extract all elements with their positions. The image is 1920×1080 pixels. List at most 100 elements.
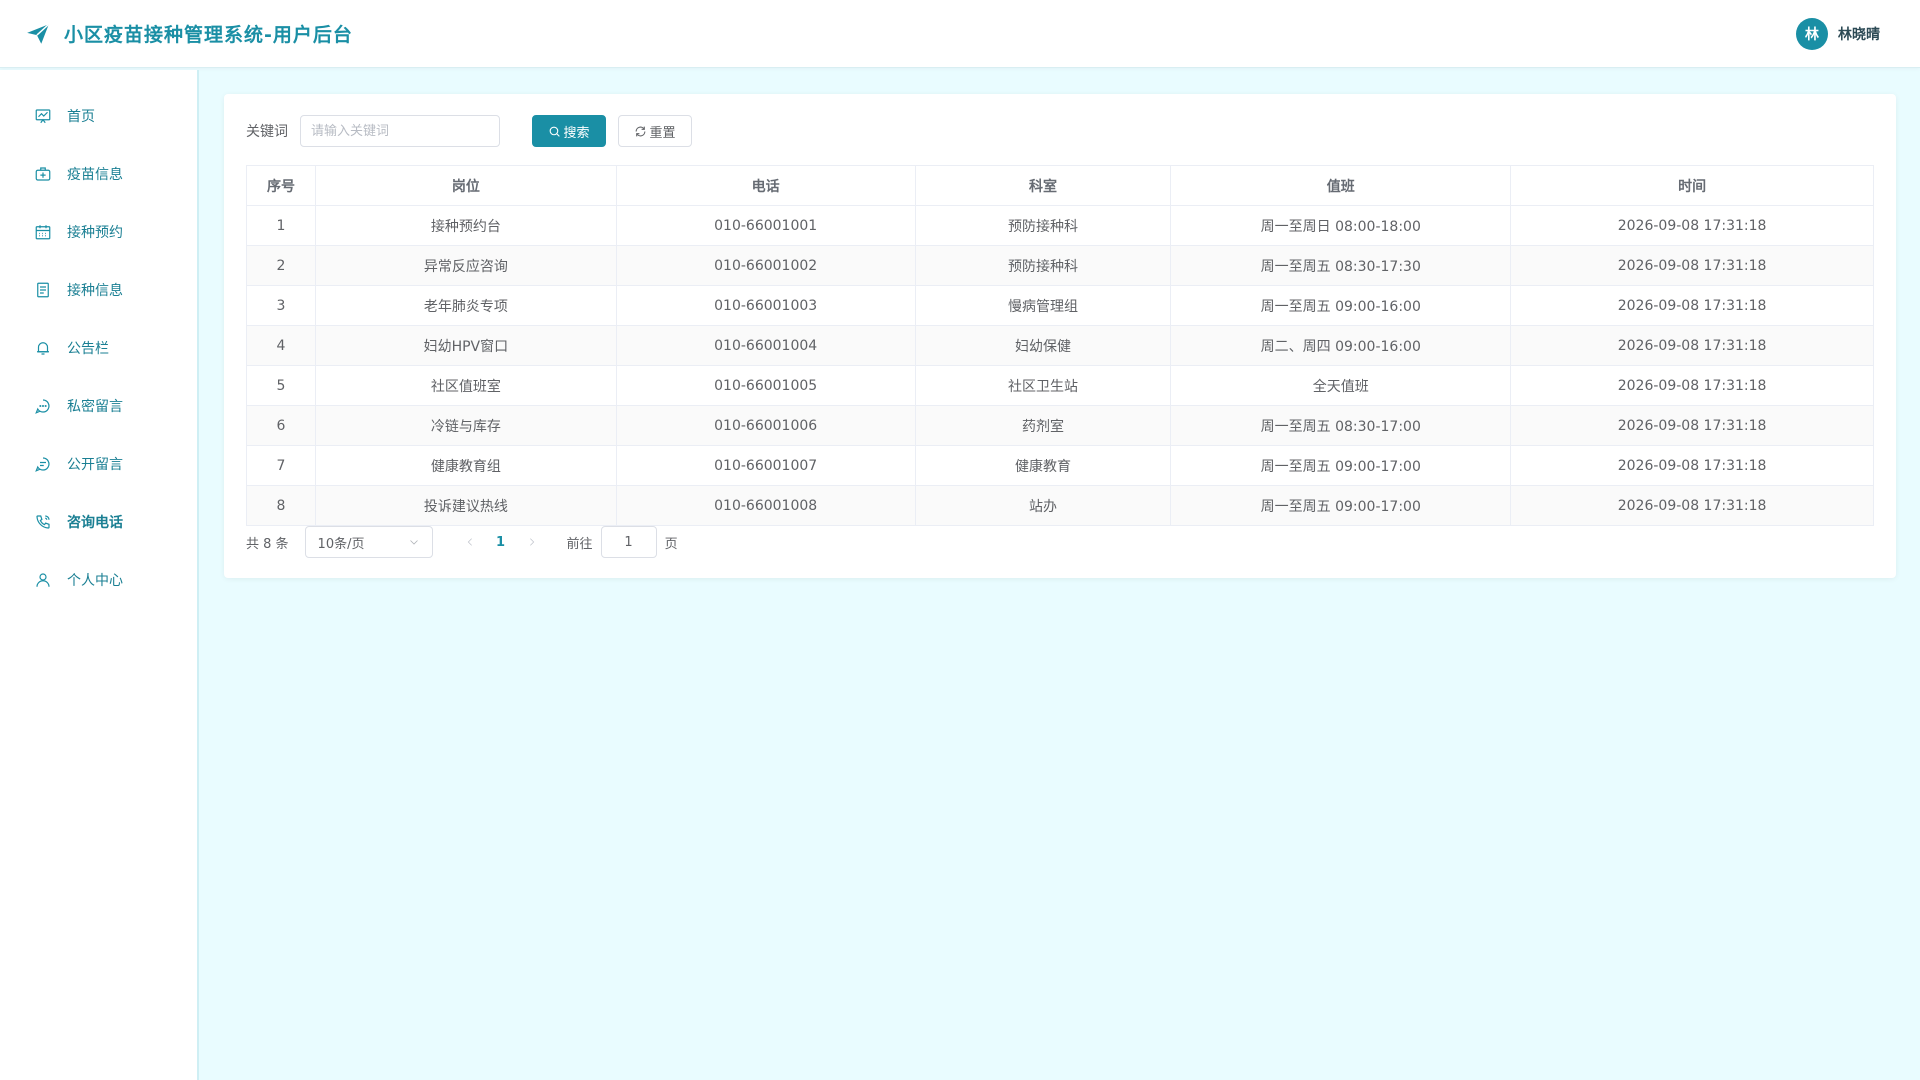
cell-phone: 010-66001006 xyxy=(615,405,916,446)
cell-phone: 010-66001003 xyxy=(615,285,916,326)
cell-time: 2026-09-08 17:31:18 xyxy=(1510,485,1874,526)
cell-phone: 010-66001005 xyxy=(615,365,916,406)
cell-post: 健康教育组 xyxy=(314,445,617,486)
column-header-department: 科室 xyxy=(914,165,1172,206)
column-header-time: 时间 xyxy=(1510,165,1874,206)
cell-department: 站办 xyxy=(914,485,1172,526)
next-page-button[interactable] xyxy=(517,526,547,558)
message-icon xyxy=(35,457,50,472)
cell-department: 慢病管理组 xyxy=(914,285,1172,326)
cell-post: 社区值班室 xyxy=(314,365,617,406)
username[interactable]: 林晓晴 xyxy=(1838,24,1880,44)
cell-duty: 周一至周日 08:00-18:00 xyxy=(1170,205,1512,246)
sidebar-item-vaccine-info[interactable]: 疫苗信息 xyxy=(0,154,197,194)
cell-time: 2026-09-08 17:31:18 xyxy=(1510,325,1874,366)
search-button-label: 搜索 xyxy=(563,125,590,141)
sidebar-item-label: 接种预约 xyxy=(67,225,123,241)
sidebar-item-home[interactable]: 首页 xyxy=(0,96,197,136)
cell-time: 2026-09-08 17:31:18 xyxy=(1510,445,1874,486)
sidebar-item-notice-board[interactable]: 公告栏 xyxy=(0,328,197,368)
column-header-post: 岗位 xyxy=(314,165,617,206)
sidebar-item-label: 公开留言 xyxy=(67,457,123,473)
page-number[interactable]: 1 xyxy=(485,526,517,558)
cell-index: 4 xyxy=(246,325,316,366)
cell-department: 妇幼保健 xyxy=(914,325,1172,366)
sidebar-item-label: 咨询电话 xyxy=(67,515,123,531)
table-row: 7 健康教育组 010-66001007 健康教育 周一至周五 09:00-17… xyxy=(246,445,1874,486)
cell-index: 2 xyxy=(246,245,316,286)
cell-index: 6 xyxy=(246,405,316,446)
page-unit-label: 页 xyxy=(664,536,678,552)
reset-button-label: 重置 xyxy=(649,125,676,141)
chevron-right-icon xyxy=(529,538,534,546)
cell-department: 药剂室 xyxy=(914,405,1172,446)
cell-department: 预防接种科 xyxy=(914,245,1172,286)
phone-icon xyxy=(36,515,50,529)
total-count: 共 8 条 xyxy=(246,536,289,552)
bell-icon xyxy=(37,342,49,355)
cell-duty: 周二、周四 09:00-16:00 xyxy=(1170,325,1512,366)
hotline-table: 序号 岗位 电话 科室 值班 时间 1 接种预约台 010-66001001 预… xyxy=(246,165,1874,526)
sidebar-item-profile[interactable]: 个人中心 xyxy=(0,560,197,600)
cell-index: 5 xyxy=(246,365,316,406)
cell-time: 2026-09-08 17:31:18 xyxy=(1510,365,1874,406)
dashboard-icon xyxy=(35,109,51,124)
table-row: 2 异常反应咨询 010-66001002 预防接种科 周一至周五 08:30-… xyxy=(246,245,1874,286)
cell-phone: 010-66001001 xyxy=(615,205,916,246)
sidebar-item-label: 公告栏 xyxy=(67,341,109,357)
chevron-left-icon xyxy=(467,538,472,546)
search-button[interactable]: 搜索 xyxy=(532,115,606,147)
cell-index: 8 xyxy=(246,485,316,526)
table-header-row: 序号 岗位 电话 科室 值班 时间 xyxy=(246,165,1874,206)
cell-phone: 010-66001002 xyxy=(615,245,916,286)
table-row: 6 冷链与库存 010-66001006 药剂室 周一至周五 08:30-17:… xyxy=(246,405,1874,446)
sidebar-item-label: 私密留言 xyxy=(67,399,123,415)
cell-time: 2026-09-08 17:31:18 xyxy=(1510,285,1874,326)
search-icon xyxy=(550,126,561,137)
brand: 小区疫苗接种管理系统-用户后台 xyxy=(25,20,353,47)
page-size-select[interactable]: 10条/页 xyxy=(304,526,433,558)
paper-plane-icon xyxy=(27,23,50,44)
refresh-icon xyxy=(636,126,646,136)
search-bar: 关键词 搜索 重置 xyxy=(246,115,692,147)
table-row: 3 老年肺炎专项 010-66001003 慢病管理组 周一至周五 09:00-… xyxy=(246,285,1874,326)
keyword-input[interactable] xyxy=(300,115,500,147)
table-row: 5 社区值班室 010-66001005 社区卫生站 全天值班 2026-09-… xyxy=(246,365,1874,406)
cell-index: 7 xyxy=(246,445,316,486)
reset-button[interactable]: 重置 xyxy=(618,115,692,147)
cell-post: 冷链与库存 xyxy=(314,405,617,446)
top-header: 小区疫苗接种管理系统-用户后台 林 林晓晴 xyxy=(0,0,1920,68)
chat-icon xyxy=(35,399,50,414)
cell-duty: 全天值班 xyxy=(1170,365,1512,406)
cell-department: 健康教育 xyxy=(914,445,1172,486)
cell-duty: 周一至周五 09:00-17:00 xyxy=(1170,445,1512,486)
sidebar-item-public-message[interactable]: 公开留言 xyxy=(0,444,197,484)
cell-phone: 010-66001004 xyxy=(615,325,916,366)
content-card: 关键词 搜索 重置 序号 岗位 电话 科室 值班 时间 xyxy=(224,94,1896,578)
sidebar-item-private-message[interactable]: 私密留言 xyxy=(0,386,197,426)
medkit-icon xyxy=(35,167,51,181)
sidebar-item-appointment[interactable]: 接种预约 xyxy=(0,212,197,252)
avatar[interactable]: 林 xyxy=(1796,18,1828,50)
cell-time: 2026-09-08 17:31:18 xyxy=(1510,405,1874,446)
table-row: 4 妇幼HPV窗口 010-66001004 妇幼保健 周二、周四 09:00-… xyxy=(246,325,1874,366)
table-row: 8 投诉建议热线 010-66001008 站办 周一至周五 09:00-17:… xyxy=(246,485,1874,526)
cell-duty: 周一至周五 09:00-16:00 xyxy=(1170,285,1512,326)
cell-index: 3 xyxy=(246,285,316,326)
sidebar-item-hotline[interactable]: 咨询电话 xyxy=(0,502,197,542)
calendar-icon xyxy=(35,225,51,240)
cell-post: 异常反应咨询 xyxy=(314,245,617,286)
column-header-index: 序号 xyxy=(246,165,316,206)
column-header-phone: 电话 xyxy=(615,165,916,206)
app-title: 小区疫苗接种管理系统-用户后台 xyxy=(64,24,353,46)
cell-phone: 010-66001008 xyxy=(615,485,916,526)
sidebar: 首页 疫苗信息 接种预约 接种信息 公告栏 私密留言 公开留言 咨询电话 个人中… xyxy=(0,70,199,1080)
sidebar-item-label: 疫苗信息 xyxy=(67,167,123,183)
sidebar-item-vaccination-info[interactable]: 接种信息 xyxy=(0,270,197,310)
goto-page-input[interactable] xyxy=(600,526,657,558)
cell-department: 社区卫生站 xyxy=(914,365,1172,406)
user-icon xyxy=(36,573,50,587)
sidebar-item-label: 首页 xyxy=(67,109,95,125)
prev-page-button[interactable] xyxy=(455,526,485,558)
user-menu[interactable]: 林 林晓晴 xyxy=(1796,18,1880,50)
